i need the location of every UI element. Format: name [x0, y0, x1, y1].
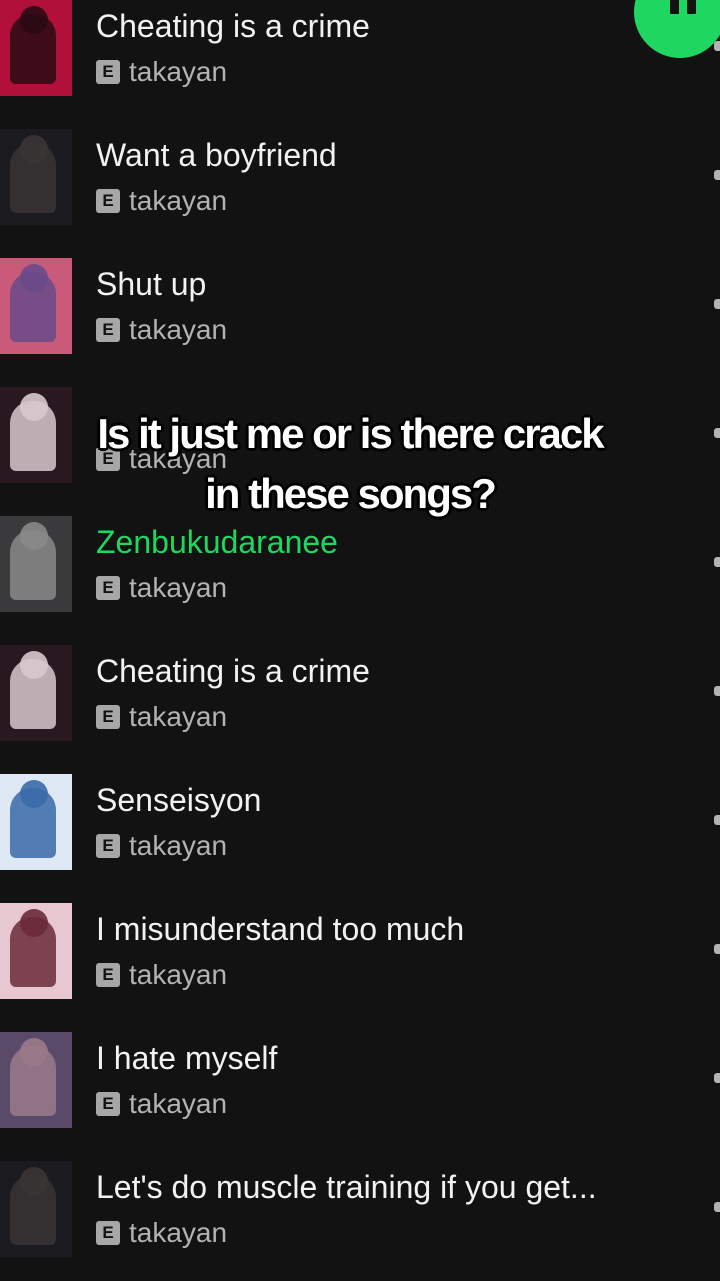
- explicit-badge: E: [96, 1092, 120, 1116]
- track-title: Let's do muscle training if you get...: [96, 1169, 597, 1205]
- track-title: I misunderstand too much: [96, 911, 465, 947]
- track-artist[interactable]: takayan: [129, 1218, 227, 1248]
- track-subtitle: E takayan: [96, 57, 227, 87]
- album-art: [0, 0, 72, 96]
- track-title: Zenbukudaranee: [96, 524, 338, 560]
- more-options-icon[interactable]: [714, 686, 720, 696]
- more-options-icon[interactable]: [714, 428, 720, 438]
- more-options-icon[interactable]: [714, 170, 720, 180]
- track-row[interactable]: Zenbukudaranee E takayan: [0, 507, 720, 636]
- explicit-badge: E: [96, 318, 120, 342]
- album-art: [0, 1161, 72, 1257]
- track-list: Cheating is a crime E takayan Want a boy…: [0, 0, 720, 1280]
- track-title: Shut up: [96, 266, 207, 302]
- track-row[interactable]: Let's do muscle training if you get... E…: [0, 1152, 720, 1281]
- track-subtitle: E takayan: [96, 1218, 227, 1248]
- track-artist[interactable]: takayan: [129, 702, 227, 732]
- explicit-badge: E: [96, 60, 120, 84]
- album-art: [0, 645, 72, 741]
- track-row[interactable]: Cheating is a crime E takayan: [0, 0, 720, 120]
- track-title: Cheating is a crime: [96, 653, 370, 689]
- album-art: [0, 774, 72, 870]
- more-options-icon[interactable]: [714, 1073, 720, 1083]
- more-options-icon[interactable]: [714, 815, 720, 825]
- track-artist[interactable]: takayan: [129, 573, 227, 603]
- track-artist[interactable]: takayan: [129, 1089, 227, 1119]
- explicit-badge: E: [96, 576, 120, 600]
- track-row[interactable]: Senseisyon E takayan: [0, 765, 720, 894]
- more-options-icon[interactable]: [714, 944, 720, 954]
- explicit-badge: E: [96, 1221, 120, 1245]
- caption-line: Is it just me or is there crack: [97, 410, 604, 457]
- track-subtitle: E takayan: [96, 315, 227, 345]
- track-row[interactable]: I hate myself E takayan: [0, 1023, 720, 1152]
- track-row[interactable]: Shut up E takayan: [0, 249, 720, 378]
- album-art: [0, 903, 72, 999]
- video-caption: Is it just me or is there crack in these…: [30, 404, 670, 524]
- track-subtitle: E takayan: [96, 573, 227, 603]
- album-art: [0, 516, 72, 612]
- explicit-badge: E: [96, 834, 120, 858]
- track-artist[interactable]: takayan: [129, 315, 227, 345]
- explicit-badge: E: [96, 189, 120, 213]
- more-options-icon[interactable]: [714, 299, 720, 309]
- more-options-icon[interactable]: [714, 41, 720, 51]
- track-subtitle: E takayan: [96, 960, 227, 990]
- pause-icon: [670, 0, 700, 14]
- caption-line: in these songs?: [205, 470, 497, 517]
- track-row[interactable]: I misunderstand too much E takayan: [0, 894, 720, 1023]
- album-art: [0, 1032, 72, 1128]
- track-artist[interactable]: takayan: [129, 57, 227, 87]
- track-artist[interactable]: takayan: [129, 831, 227, 861]
- track-title: Want a boyfriend: [96, 137, 337, 173]
- track-row[interactable]: Want a boyfriend E takayan: [0, 120, 720, 249]
- track-row[interactable]: Cheating is a crime E takayan: [0, 636, 720, 765]
- track-subtitle: E takayan: [96, 186, 227, 216]
- explicit-badge: E: [96, 705, 120, 729]
- track-subtitle: E takayan: [96, 1089, 227, 1119]
- album-art: [0, 258, 72, 354]
- track-subtitle: E takayan: [96, 702, 227, 732]
- track-title: Cheating is a crime: [96, 8, 370, 44]
- track-title: Senseisyon: [96, 782, 262, 818]
- track-artist[interactable]: takayan: [129, 186, 227, 216]
- explicit-badge: E: [96, 963, 120, 987]
- more-options-icon[interactable]: [714, 1202, 720, 1212]
- track-title: I hate myself: [96, 1040, 278, 1076]
- track-subtitle: E takayan: [96, 831, 227, 861]
- track-artist[interactable]: takayan: [129, 960, 227, 990]
- more-options-icon[interactable]: [714, 557, 720, 567]
- album-art: [0, 129, 72, 225]
